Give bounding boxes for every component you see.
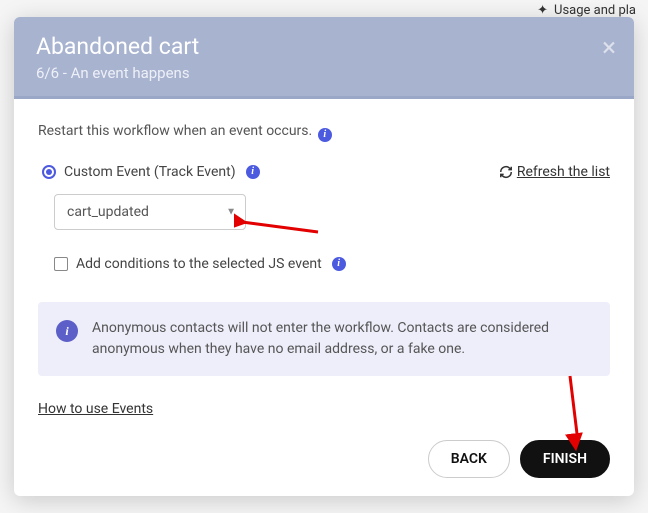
back-button[interactable]: BACK [428, 440, 510, 478]
anonymous-notice: i Anonymous contacts will not enter the … [38, 302, 610, 376]
radio-icon [42, 165, 56, 179]
magic-icon: ✦ [537, 3, 548, 18]
usage-text: Usage and pla [554, 3, 636, 18]
notice-text: Anonymous contacts will not enter the wo… [92, 318, 592, 360]
background-usage-hint: ✦ Usage and pla [537, 3, 636, 18]
custom-event-label: Custom Event (Track Event) [64, 164, 236, 180]
modal-body: Restart this workflow when an event occu… [14, 99, 634, 428]
refresh-list-link[interactable]: Refresh the list [499, 164, 610, 180]
info-icon[interactable]: i [332, 257, 346, 271]
modal-dialog: Abandoned cart 6/6 - An event happens × … [14, 17, 634, 496]
event-select-value: cart_updated [67, 204, 149, 220]
chevron-down-icon: ▼ [226, 206, 236, 217]
info-icon: i [56, 320, 78, 342]
event-select[interactable]: cart_updated ▼ [54, 194, 246, 230]
refresh-label: Refresh the list [517, 164, 610, 180]
restart-text: Restart this workflow when an event occu… [38, 123, 312, 139]
restart-description: Restart this workflow when an event occu… [38, 123, 610, 142]
modal-subtitle: 6/6 - An event happens [36, 64, 612, 82]
custom-event-radio[interactable]: Custom Event (Track Event) i [42, 164, 260, 180]
add-conditions-label: Add conditions to the selected JS event [76, 256, 322, 272]
info-icon[interactable]: i [246, 165, 260, 179]
close-icon[interactable]: × [602, 35, 616, 61]
how-to-use-events-link[interactable]: How to use Events [38, 401, 153, 417]
add-conditions-checkbox[interactable]: Add conditions to the selected JS event … [54, 256, 610, 272]
refresh-icon [499, 165, 513, 179]
modal-header: Abandoned cart 6/6 - An event happens × [14, 17, 634, 99]
modal-footer: BACK FINISH [14, 428, 634, 496]
finish-button[interactable]: FINISH [520, 440, 610, 478]
info-icon[interactable]: i [318, 128, 332, 142]
event-row: Custom Event (Track Event) i Refresh the… [38, 164, 610, 180]
modal-title: Abandoned cart [36, 33, 612, 60]
checkbox-icon [54, 257, 68, 271]
